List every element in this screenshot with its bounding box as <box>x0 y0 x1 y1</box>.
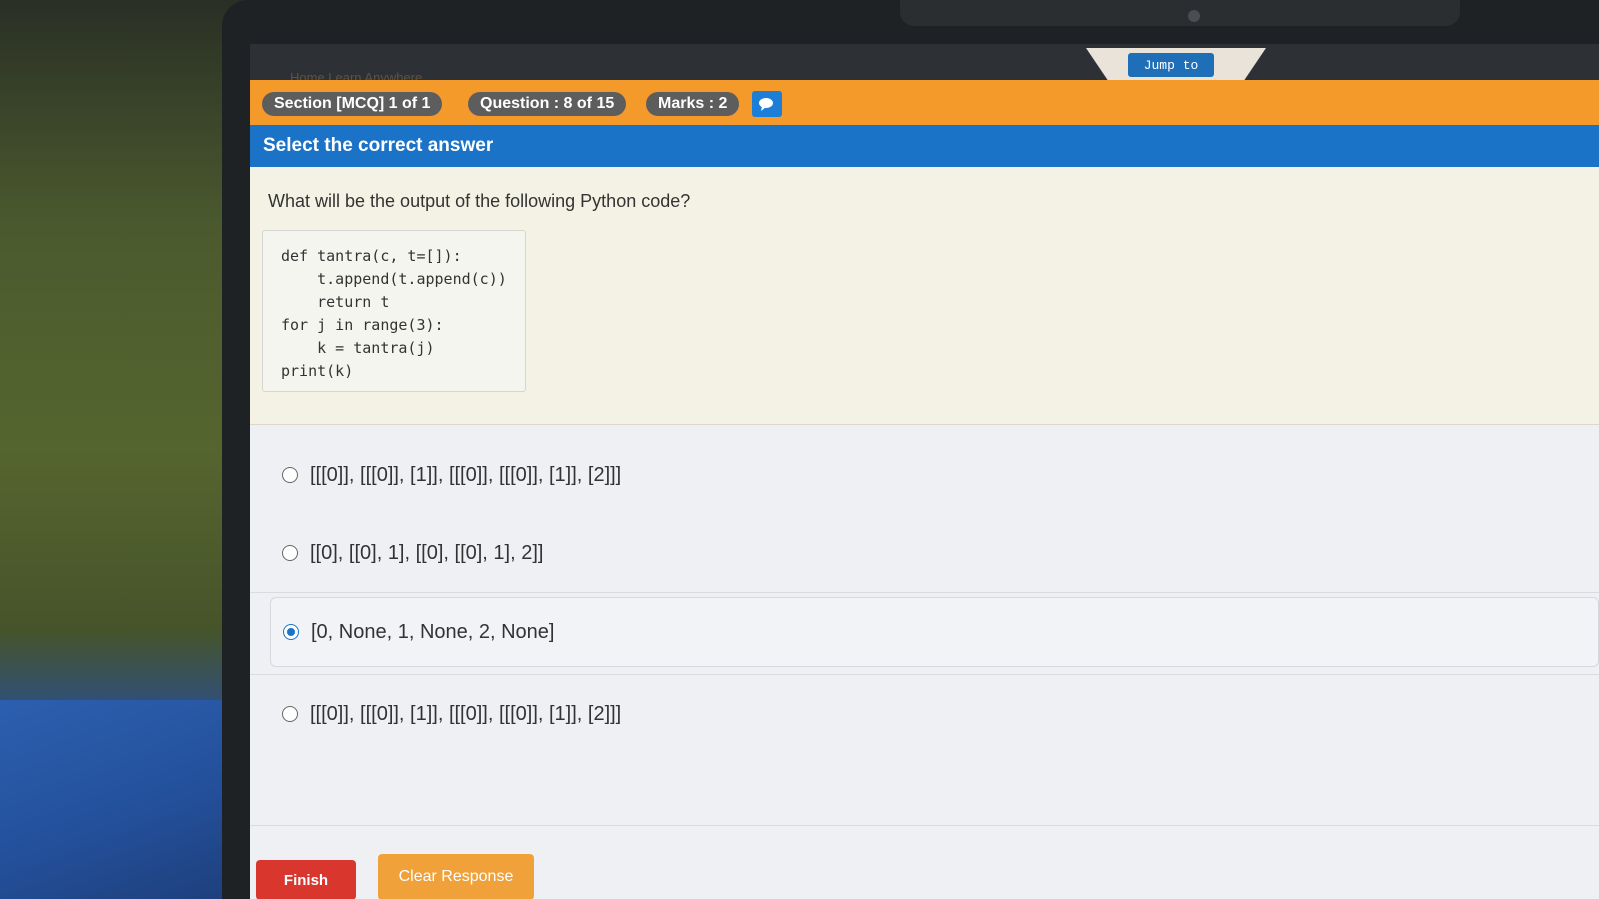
section-pill: Section [MCQ] 1 of 1 <box>262 92 443 116</box>
divider <box>250 825 1599 826</box>
option-2[interactable]: [[0], [[0], 1], [[0], [[0], 1], 2]] <box>270 518 1599 588</box>
option-4[interactable]: [[[0]], [[[0]], [1]], [[[0]], [[[0]], [1… <box>270 679 1599 749</box>
option-label: [0, None, 1, None, 2, None] <box>311 620 555 643</box>
radio-button[interactable] <box>282 706 298 722</box>
code-line: print(k) <box>281 362 354 380</box>
question-pill: Question : 8 of 15 <box>468 92 627 116</box>
options-panel: [[[0]], [[[0]], [1]], [[[0]], [[[0]], [1… <box>250 425 1599 899</box>
top-strip: Home Learn Anywhere <box>250 44 1599 85</box>
divider <box>250 674 1599 675</box>
info-bar: Section [MCQ] 1 of 1 Question : 8 of 15 … <box>250 80 1599 125</box>
clear-response-button[interactable]: Clear Response <box>378 854 534 899</box>
code-line: k = tantra(j) <box>281 339 435 357</box>
option-label: [[[0]], [[[0]], [1]], [[[0]], [[[0]], [1… <box>310 463 622 486</box>
code-block: def tantra(c, t=[]): t.append(t.append(c… <box>262 230 526 392</box>
marks-pill: Marks : 2 <box>646 92 740 116</box>
camera-icon <box>1188 10 1200 22</box>
option-label: [[0], [[0], 1], [[0], [[0], 1], 2]] <box>310 541 544 564</box>
divider <box>250 592 1599 593</box>
chat-button[interactable] <box>752 91 782 117</box>
radio-button[interactable] <box>282 467 298 483</box>
question-text: What will be the output of the following… <box>268 191 691 211</box>
code-line: t.append(t.append(c)) <box>281 270 507 288</box>
code-line: def tantra(c, t=[]): <box>281 247 462 265</box>
photo-cloth <box>0 700 230 899</box>
chat-icon <box>759 98 773 111</box>
radio-button-checked[interactable] <box>283 624 299 640</box>
exam-screen: Home Learn Anywhere Jump to Section [MCQ… <box>250 44 1599 899</box>
radio-button[interactable] <box>282 545 298 561</box>
option-1[interactable]: [[[0]], [[[0]], [1]], [[[0]], [[[0]], [1… <box>270 440 1599 510</box>
bezel-camera-bar <box>900 0 1460 26</box>
question-panel: What will be the output of the following… <box>250 167 1599 425</box>
code-line: for j in range(3): <box>281 316 444 334</box>
option-label: [[[0]], [[[0]], [1]], [[[0]], [[[0]], [1… <box>310 702 622 725</box>
option-3[interactable]: [0, None, 1, None, 2, None] <box>270 597 1599 667</box>
instruction-bar: Select the correct answer <box>250 125 1599 167</box>
finish-button[interactable]: Finish <box>256 860 356 899</box>
jump-to-button[interactable]: Jump to <box>1128 53 1214 77</box>
code-line: return t <box>281 293 390 311</box>
